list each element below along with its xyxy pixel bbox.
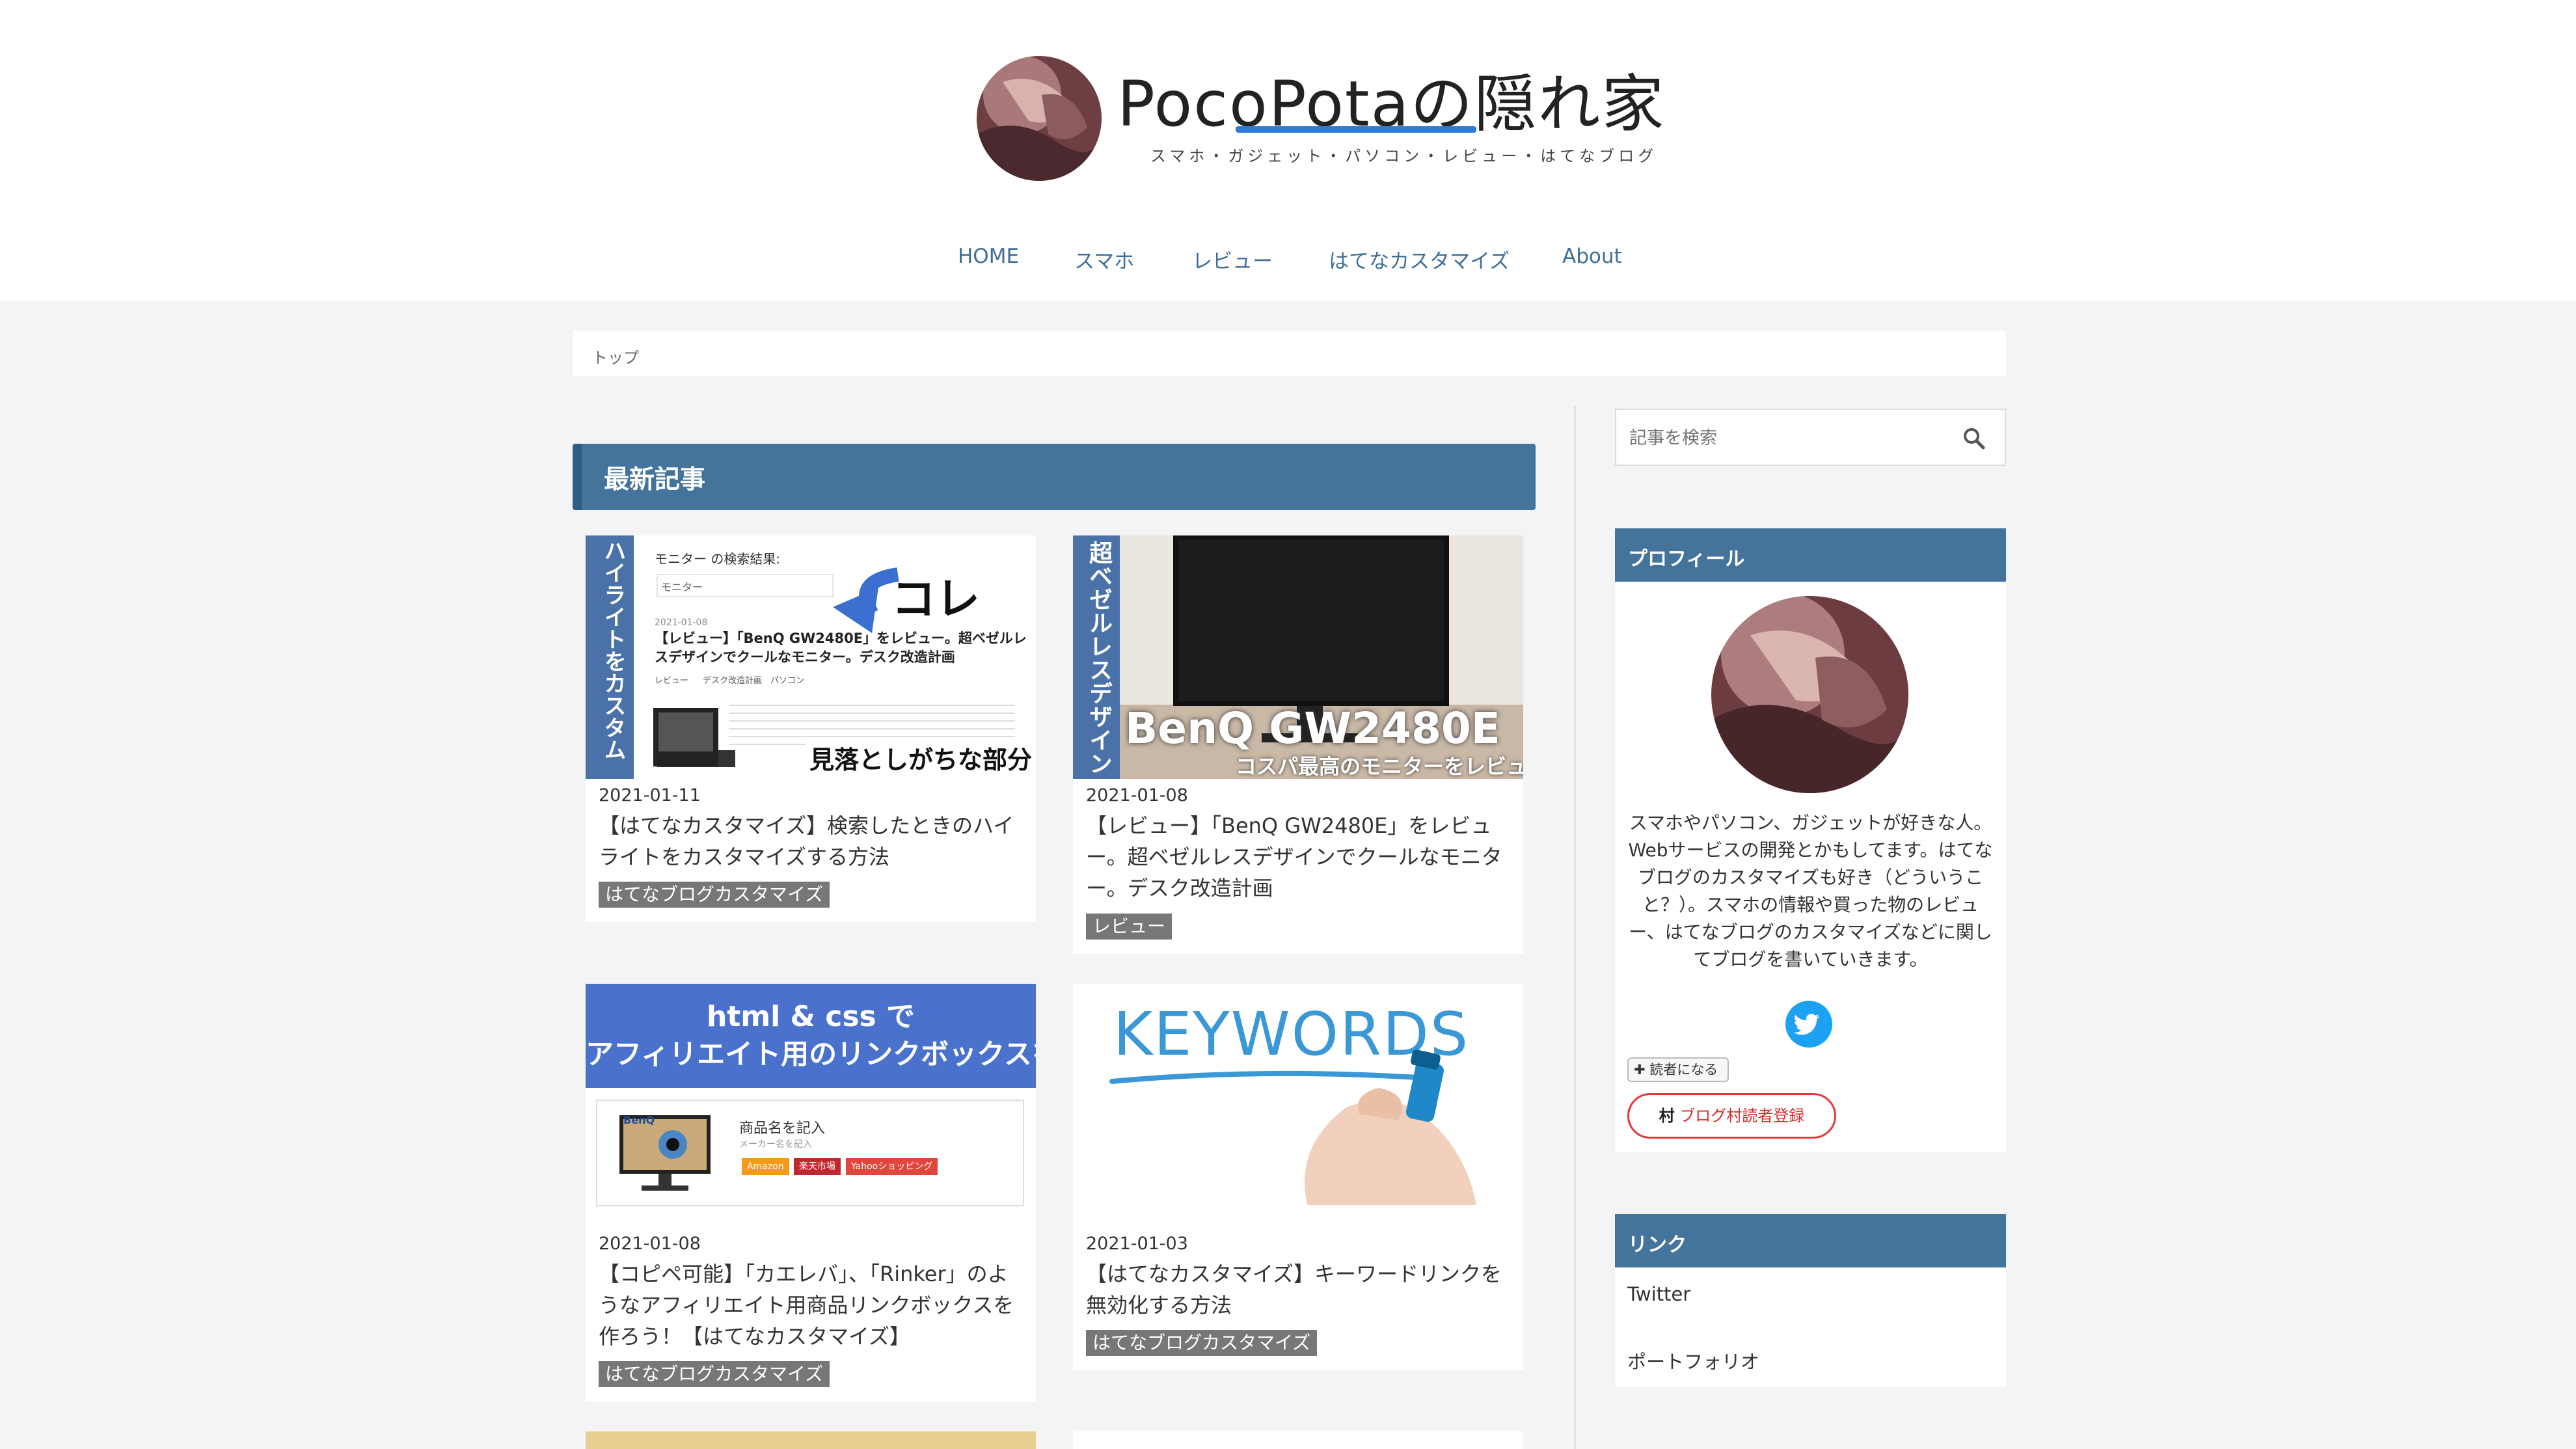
links-widget-header: リンク bbox=[1615, 1214, 2006, 1267]
twitter-icon[interactable] bbox=[1785, 1001, 1832, 1048]
category-badge[interactable]: はてなブログカスタマイズ bbox=[1086, 1330, 1318, 1356]
category-badge[interactable]: はてなブログカスタマイズ bbox=[599, 882, 830, 908]
thumbnail-yahoo-button: Yahooショッピング bbox=[846, 1158, 938, 1175]
thumbnail-banner-line1: html & css で bbox=[706, 1000, 915, 1033]
thumbnail-result-tag: デスク改造計画 bbox=[703, 676, 763, 686]
thumbnail-hand-marker bbox=[1109, 1050, 1476, 1205]
plus-icon: ✚ bbox=[1634, 1062, 1646, 1077]
thumbnail-search-value: モニター bbox=[661, 581, 703, 593]
site-header: PocoPotaの隠れ家 スマホ・ガジェット・パソコン・レビュー・はてなブログ … bbox=[0, 0, 2576, 301]
breadcrumb-top[interactable]: トップ bbox=[592, 345, 639, 368]
article-card[interactable]: 超ベゼルレスデザイン BenQ GW2480E コスパ最高のモニターをレビュー … bbox=[1073, 535, 1523, 954]
thumbnail-subcaption: コスパ最高のモニターをレビュー bbox=[1236, 754, 1523, 779]
thumbnail-result-date: 2021-01-08 bbox=[655, 617, 708, 628]
site-logo-avatar[interactable] bbox=[977, 56, 1102, 181]
article-date: 2021-01-03 bbox=[1086, 1234, 1188, 1254]
article-card-partial[interactable] bbox=[586, 1431, 1036, 1449]
thumbnail-rakuten-button: 楽天市場 bbox=[794, 1158, 841, 1175]
article-thumbnail: KEYWORDS bbox=[1073, 984, 1523, 1227]
category-badge[interactable]: レビュー bbox=[1086, 914, 1173, 940]
nav-review[interactable]: レビュー bbox=[1192, 245, 1273, 274]
article-title[interactable]: 【はてなカスタマイズ】キーワードリンクを無効化する方法 bbox=[1086, 1258, 1510, 1321]
village-icon: 村 bbox=[1659, 1107, 1675, 1125]
thumbnail-callout: コレ bbox=[891, 574, 981, 625]
link-twitter[interactable]: Twitter bbox=[1627, 1283, 1690, 1305]
nav-hatena-customize[interactable]: はてなカスタマイズ bbox=[1329, 245, 1510, 274]
follow-button[interactable]: ✚ 読者になる bbox=[1627, 1057, 1729, 1082]
article-card[interactable]: ハイライトをカスタム モニター の検索結果: モニター コレ 2021-01-0… bbox=[586, 535, 1036, 922]
thumbnail-maker: メーカー名を記入 bbox=[739, 1139, 812, 1150]
article-card-partial[interactable] bbox=[1073, 1431, 1523, 1449]
article-card[interactable]: html & css で アフィリエイト用のリンクボックスを BenQ 商品名を… bbox=[586, 984, 1036, 1402]
breadcrumb: トップ bbox=[573, 331, 2006, 376]
thumbnail-side-label: ハイライトをカスタム bbox=[600, 539, 626, 761]
thumbnail-caption: 見落としがちな部分 bbox=[806, 740, 1036, 776]
thumbnail-result-tag: パソコン bbox=[770, 676, 805, 686]
thumbnail-result-title: 【レビュー】「BenQ GW2480E」をレビュー。超ベゼルレスデザインでクール… bbox=[655, 630, 1027, 665]
section-title-text: 最新記事 bbox=[604, 465, 706, 494]
nav-about[interactable]: About bbox=[1562, 245, 1622, 268]
thumbnail-product-name: 商品名を記入 bbox=[739, 1120, 826, 1137]
thumbnail-model: BenQ GW2480E bbox=[1125, 703, 1500, 753]
nav-smartphone[interactable]: スマホ bbox=[1074, 245, 1134, 274]
thumbnail-banner-line2: アフィリエイト用のリンクボックスを bbox=[586, 1038, 1036, 1071]
links-widget-title: リンク bbox=[1628, 1234, 1687, 1256]
profile-avatar bbox=[1711, 596, 1908, 793]
article-date: 2021-01-08 bbox=[599, 1234, 701, 1254]
article-date: 2021-01-08 bbox=[1086, 785, 1188, 806]
article-title[interactable]: 【レビュー】「BenQ GW2480E」をレビュー。超ベゼルレスデザインでクール… bbox=[1086, 810, 1510, 904]
site-title-underline bbox=[1236, 126, 1476, 133]
thumbnail-result-tag: レビュー bbox=[655, 676, 689, 686]
article-card[interactable]: KEYWORDS 2021-01-03 【はてなカスタマイズ】キーワードリンクを… bbox=[1073, 984, 1523, 1370]
follow-label: 読者になる bbox=[1649, 1062, 1718, 1077]
column-divider bbox=[1574, 406, 1576, 1449]
article-title[interactable]: 【コピペ可能】「カエレバ」、「Rinker」のようなアフィリエイト用商品リンクボ… bbox=[599, 1258, 1023, 1352]
profile-description: スマホやパソコン、ガジェットが好きな人。Webサービスの開発とかもしてます。はて… bbox=[1628, 812, 1993, 970]
thumbnail-amazon-button: Amazon bbox=[742, 1158, 789, 1175]
article-date: 2021-01-11 bbox=[599, 785, 701, 806]
thumbnail-linkbox: BenQ 商品名を記入 メーカー名を記入 Amazon 楽天市場 Yahooショ… bbox=[596, 1100, 1024, 1206]
search-input[interactable] bbox=[1629, 423, 1942, 453]
search-box bbox=[1615, 409, 2006, 466]
article-thumbnail: 超ベゼルレスデザイン BenQ GW2480E コスパ最高のモニターをレビュー bbox=[1073, 535, 1523, 779]
profile-widget-header: プロフィール bbox=[1615, 528, 2006, 582]
search-icon[interactable] bbox=[1961, 426, 1987, 452]
village-label: ブログ村読者登録 bbox=[1679, 1107, 1805, 1125]
blog-village-follow-button[interactable]: 村 ブログ村読者登録 bbox=[1627, 1093, 1836, 1139]
link-portfolio[interactable]: ポートフォリオ bbox=[1627, 1347, 1759, 1374]
thumbnail-side-label: 超ベゼルレスデザイン bbox=[1085, 541, 1112, 775]
category-badge[interactable]: はてなブログカスタマイズ bbox=[599, 1361, 830, 1387]
profile-widget-title: プロフィール bbox=[1628, 548, 1745, 571]
site-tagline: スマホ・ガジェット・パソコン・レビュー・はてなブログ bbox=[1150, 147, 1658, 165]
article-title[interactable]: 【はてなカスタマイズ】検索したときのハイライトをカスタマイズする方法 bbox=[599, 810, 1023, 873]
article-thumbnail: ハイライトをカスタム モニター の検索結果: モニター コレ 2021-01-0… bbox=[586, 535, 1036, 779]
section-title-latest: 最新記事 bbox=[573, 444, 1536, 510]
nav-home[interactable]: HOME bbox=[958, 245, 1019, 268]
thumbnail-brand: BenQ bbox=[623, 1114, 655, 1126]
article-thumbnail: html & css で アフィリエイト用のリンクボックスを BenQ 商品名を… bbox=[586, 984, 1036, 1227]
thumbnail-search-heading: モニター の検索結果: bbox=[655, 551, 781, 567]
